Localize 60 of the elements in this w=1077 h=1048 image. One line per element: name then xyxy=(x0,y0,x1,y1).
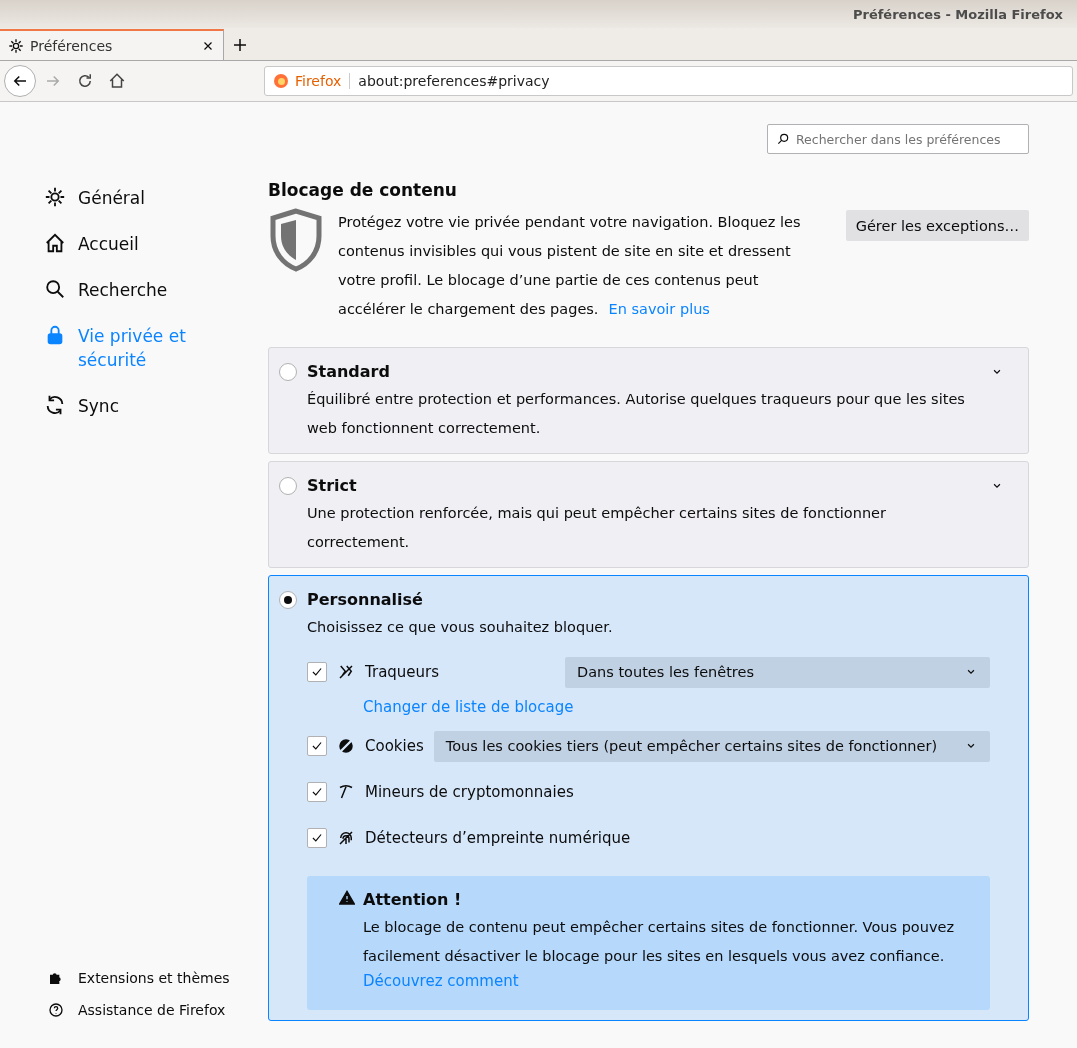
manage-exceptions-button[interactable]: Gérer les exceptions… xyxy=(845,210,1029,241)
shield-icon xyxy=(268,208,324,272)
home-icon xyxy=(44,232,66,254)
tracker-icon xyxy=(337,663,355,681)
checkbox[interactable] xyxy=(307,662,327,682)
plus-icon xyxy=(231,36,249,54)
checkbox-label: Détecteurs d’empreinte numérique xyxy=(365,829,631,847)
checkbox[interactable] xyxy=(307,782,327,802)
radio-button[interactable] xyxy=(279,476,297,495)
option-label: Standard xyxy=(307,362,391,381)
sidebar-item[interactable]: Général xyxy=(0,182,220,214)
tab-label: Préférences xyxy=(30,37,114,54)
warning-icon xyxy=(339,890,355,906)
reload-button[interactable] xyxy=(76,72,94,90)
warning-text: Le blocage de contenu peut empêcher certains sites de fonctionner. Vous pouvez facilement désactiver le blocage pour les sites en lesquels vous avez confiance. xyxy=(363,918,955,966)
back-button[interactable] xyxy=(4,65,36,97)
window-title: Préférences - Mozilla Firefox xyxy=(852,6,1063,22)
sidebar-item[interactable]: Sync xyxy=(0,390,220,422)
checkbox-label: Mineurs de cryptomonnaies xyxy=(365,783,574,801)
home-button[interactable] xyxy=(108,72,126,90)
search-icon xyxy=(44,278,66,300)
section-title: Blocage de contenu xyxy=(268,180,458,200)
cookie-icon xyxy=(337,737,355,755)
fingerprint-icon xyxy=(337,829,355,847)
checkbox-label: Cookies xyxy=(365,737,424,755)
url-text: about:preferences#privacy xyxy=(357,73,550,89)
section-description: Protégez votre vie privée pendant votre navigation. Bloquez les contenus invisibles qui vous pistent de site en site et dressent votre profil. Le blocage d’une partie de ces contenus peut accélérer le chargement des pages. En savoir plus xyxy=(338,213,802,319)
dropdown[interactable]: Tous les cookies tiers (peut empêcher certains sites de fonctionner) xyxy=(433,730,990,762)
checkbox-label: Traqueurs xyxy=(365,663,440,681)
settings-icon xyxy=(8,37,24,54)
option-description: Choisissez ce que vous souhaitez bloquer. xyxy=(307,618,614,637)
option-description: Équilibré entre protection et performances. Autorise quelques traqueurs pour que les sites web fonctionnent correctement. xyxy=(307,390,966,438)
sidebar-item[interactable]: Recherche xyxy=(0,274,220,306)
option-description: Une protection renforcée, mais qui peut empêcher certains sites de fonctionner correctement. xyxy=(307,504,887,552)
pickaxe-icon xyxy=(337,783,355,801)
sidebar-link[interactable]: Assistance de Firefox xyxy=(0,1002,268,1018)
radio-button[interactable] xyxy=(279,362,297,381)
browser-tab[interactable]: Préférences xyxy=(0,29,224,60)
settings-icon xyxy=(44,186,66,208)
home-icon xyxy=(108,72,126,90)
learn-more-link[interactable]: En savoir plus xyxy=(608,301,710,317)
sidebar-item[interactable]: Vie privée et sécurité xyxy=(0,320,220,376)
checkbox[interactable] xyxy=(307,828,327,848)
help-icon xyxy=(48,1002,64,1018)
sidebar-item[interactable]: Accueil xyxy=(0,228,220,260)
reload-icon xyxy=(76,72,94,90)
search-icon xyxy=(776,132,790,146)
checkbox[interactable] xyxy=(307,736,327,756)
option-label: Strict xyxy=(307,476,358,495)
warning-title: Attention ! xyxy=(363,890,463,909)
radio-button[interactable] xyxy=(279,590,297,609)
search-field[interactable]: Rechercher dans les préférences xyxy=(767,124,1029,154)
dropdown[interactable]: Dans toutes les fenêtres xyxy=(565,656,990,688)
site-identity: Firefox xyxy=(295,73,351,89)
address-bar[interactable]: Firefox about:preferences#privacy xyxy=(264,66,1073,96)
puzzle-icon xyxy=(48,970,64,986)
option-label: Personnalisé xyxy=(307,590,424,609)
sidebar-link[interactable]: Extensions et thèmes xyxy=(0,970,268,986)
sync-icon xyxy=(44,394,66,416)
browser-logo-icon xyxy=(273,73,289,89)
